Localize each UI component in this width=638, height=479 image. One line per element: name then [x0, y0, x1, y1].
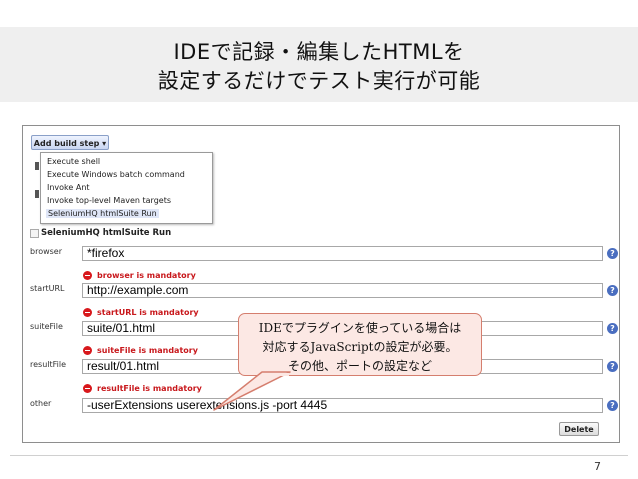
- field-label-other: other: [30, 399, 52, 408]
- page-number: 7: [594, 460, 601, 473]
- help-icon[interactable]: ?: [607, 248, 618, 259]
- field-label-starturl: startURL: [30, 284, 65, 293]
- error-icon: [83, 346, 92, 355]
- error-text: suiteFile is mandatory: [97, 346, 198, 355]
- field-label-browser: browser: [30, 247, 63, 256]
- add-build-step-button[interactable]: Add build step ▾: [31, 135, 109, 150]
- error-icon: [83, 384, 92, 393]
- error-icon: [83, 271, 92, 280]
- callout-line-2: 対応するJavaScriptの設定が必要。: [262, 340, 458, 354]
- section-checkbox[interactable]: [30, 229, 39, 238]
- slide-title-line-2: 設定するだけでテスト実行が可能: [157, 69, 481, 93]
- error-icon: [83, 308, 92, 317]
- menu-item-execute-windows-batch[interactable]: Execute Windows batch command: [47, 170, 185, 179]
- menu-item-seleniumhq-htmlsuite[interactable]: SeleniumHQ htmlSuite Run: [46, 209, 159, 218]
- gutter-mark: [35, 190, 39, 198]
- callout-note: IDEでプラグインを使っている場合は 対応するJavaScriptの設定が必要。…: [238, 313, 482, 376]
- section-title: SeleniumHQ htmlSuite Run: [41, 228, 172, 238]
- starturl-error: startURL is mandatory: [83, 302, 199, 317]
- error-text: resultFile is mandatory: [97, 384, 202, 393]
- jenkins-screenshot: Add build step ▾ Execute shell Execute W…: [22, 125, 620, 443]
- other-input[interactable]: -userExtensions userextensions.js -port …: [82, 398, 603, 413]
- browser-input[interactable]: *firefox: [82, 246, 603, 261]
- gutter-mark: [35, 162, 39, 170]
- suitefile-error: suiteFile is mandatory: [83, 340, 198, 355]
- menu-item-invoke-ant[interactable]: Invoke Ant: [47, 183, 90, 192]
- help-icon[interactable]: ?: [607, 285, 618, 296]
- field-label-resultfile: resultFile: [30, 360, 67, 369]
- slide-title-line-1: IDEで記録・編集したHTMLを: [173, 40, 465, 64]
- delete-button[interactable]: Delete: [559, 422, 599, 436]
- callout-line-1: IDEでプラグインを使っている場合は: [258, 321, 462, 335]
- menu-item-invoke-maven[interactable]: Invoke top-level Maven targets: [47, 196, 171, 205]
- field-label-suitefile: suiteFile: [30, 322, 63, 331]
- help-icon[interactable]: ?: [607, 361, 618, 372]
- error-text: browser is mandatory: [97, 271, 196, 280]
- error-text: startURL is mandatory: [97, 308, 199, 317]
- starturl-input[interactable]: http://example.com: [82, 283, 603, 298]
- resultfile-error: resultFile is mandatory: [83, 378, 202, 393]
- build-step-dropdown: Execute shell Execute Windows batch comm…: [40, 152, 213, 224]
- callout-line-3: その他、ポートの設定など: [287, 359, 432, 373]
- browser-error: browser is mandatory: [83, 265, 196, 280]
- footer-divider: [10, 455, 628, 456]
- menu-item-execute-shell[interactable]: Execute shell: [47, 157, 100, 166]
- help-icon[interactable]: ?: [607, 323, 618, 334]
- help-icon[interactable]: ?: [607, 400, 618, 411]
